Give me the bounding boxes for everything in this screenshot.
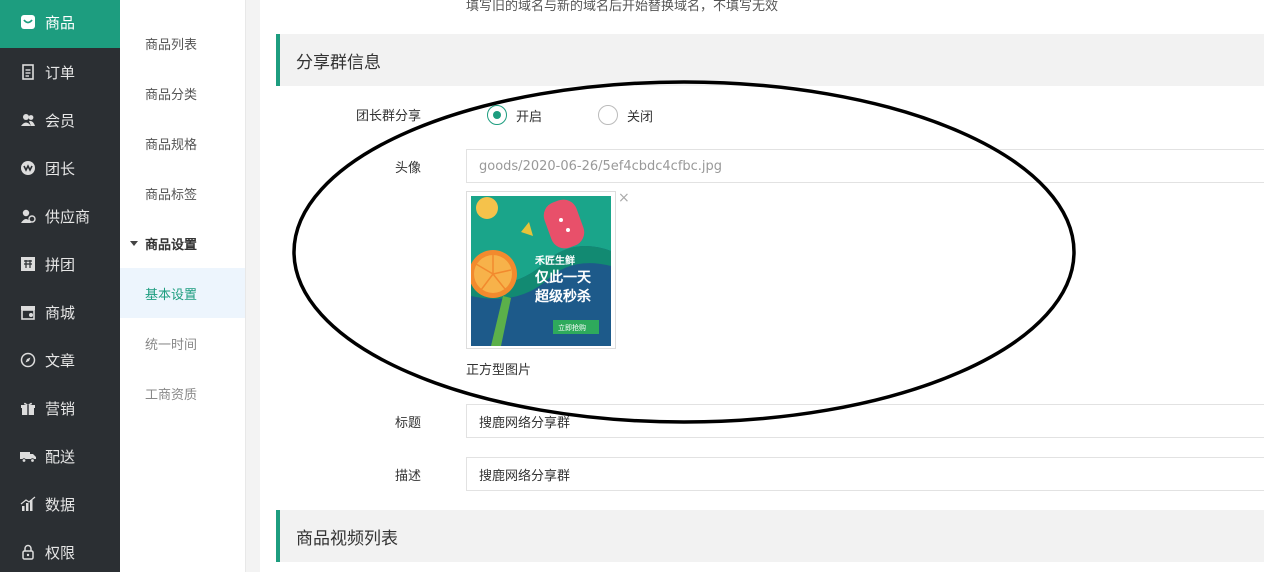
nav-item-marketing[interactable]: 营销 [0,384,120,432]
group-buy-icon [20,256,36,272]
section-header-video-list: 商品视频列表 [276,510,1264,562]
nav-label: 商城 [45,303,76,322]
leader-icon [20,160,36,176]
nav-label: 会员 [45,111,76,130]
nav-label: 配送 [45,447,76,466]
order-icon [20,64,36,80]
nav-item-data[interactable]: 数据 [0,480,120,528]
nav-item-mall[interactable]: 商城 [0,288,120,336]
nav-label: 拼团 [45,255,76,274]
nav-item-members[interactable]: 会员 [0,96,120,144]
submenu-item-goods-category[interactable]: 商品分类 [120,68,245,118]
main-nav: 商品 订单 会员 团长 供应商 拼团 商城 文章 营销 配送 数据 权限 [0,0,120,572]
radio-off-label: 关闭 [627,109,654,125]
radio-dot [598,105,618,125]
submenu-item-goods-spec[interactable]: 商品规格 [120,118,245,168]
promo-line2: 超级秒杀 [534,288,591,305]
submenu-item-business-license[interactable]: 工商资质 [120,368,245,418]
nav-item-goods[interactable]: 商品 [0,0,120,48]
section-header-share-group: 分享群信息 [276,34,1264,86]
radio-share-on[interactable]: 开启 [487,105,542,125]
title-input[interactable]: 搜鹿网络分享群 [466,404,1264,438]
nav-label: 文章 [45,351,76,370]
nav-item-suppliers[interactable]: 供应商 [0,192,120,240]
submenu-group-goods-settings[interactable]: 商品设置 [120,218,245,268]
submenu-item-goods-list[interactable]: 商品列表 [120,18,245,68]
nav-label: 商品 [45,13,76,32]
desc-label: 描述 [394,469,421,484]
remove-image-icon[interactable]: × [618,190,630,206]
nav-item-orders[interactable]: 订单 [0,48,120,96]
nav-item-permissions[interactable]: 权限 [0,528,120,572]
chart-icon [20,496,36,512]
title-label: 标题 [394,416,421,431]
article-icon [20,352,36,368]
submenu-item-unified-time[interactable]: 统一时间 [120,318,245,368]
share-label: 团长群分享 [355,109,421,124]
nav-item-group-buy[interactable]: 拼团 [0,240,120,288]
promo-image: 禾匠生鲜 仅此一天 超级秒杀 立即抢购 [471,196,611,346]
lock-icon [20,544,36,560]
nav-label: 数据 [45,495,76,514]
mall-icon [20,304,36,320]
truck-icon [20,448,36,464]
submenu-group-label: 商品设置 [145,237,198,253]
desc-input[interactable]: 搜鹿网络分享群 [466,457,1264,491]
avatar-path-input[interactable]: goods/2020-06-26/5ef4cbdc4cfbc.jpg [466,149,1264,183]
nav-item-articles[interactable]: 文章 [0,336,120,384]
nav-label: 订单 [45,63,76,82]
radio-dot [487,105,507,125]
domain-hint-text: 填写旧的域名与新的域名后开始替换域名，不填写无效 [466,0,779,14]
promo-line1: 仅此一天 [534,269,592,286]
gift-icon [20,400,36,416]
avatar-label: 头像 [394,161,421,176]
supplier-icon [20,208,36,224]
promo-brand: 禾匠生鲜 [535,254,575,267]
radio-share-off[interactable]: 关闭 [598,105,653,125]
nav-item-delivery[interactable]: 配送 [0,432,120,480]
goods-icon [20,14,36,30]
avatar-thumbnail: 禾匠生鲜 仅此一天 超级秒杀 立即抢购 [466,191,616,349]
submenu-item-basic-settings[interactable]: 基本设置 [120,268,245,318]
nav-item-leaders[interactable]: 团长 [0,144,120,192]
nav-label: 供应商 [45,207,91,226]
nav-label: 团长 [45,159,76,178]
main-content: 填写旧的域名与新的域名后开始替换域名，不填写无效 分享群信息 团长群分享 开启 … [260,0,1264,572]
submenu-item-goods-tag[interactable]: 商品标签 [120,168,245,218]
promo-button: 立即抢购 [558,323,586,332]
caret-down-icon [130,240,138,246]
radio-on-label: 开启 [516,109,543,125]
image-caption: 正方型图片 [466,363,532,378]
nav-label: 权限 [45,543,76,562]
member-icon [20,112,36,128]
nav-label: 营销 [45,399,76,418]
submenu: 商品列表 商品分类 商品规格 商品标签 商品设置 基本设置 统一时间 工商资质 [120,0,246,572]
